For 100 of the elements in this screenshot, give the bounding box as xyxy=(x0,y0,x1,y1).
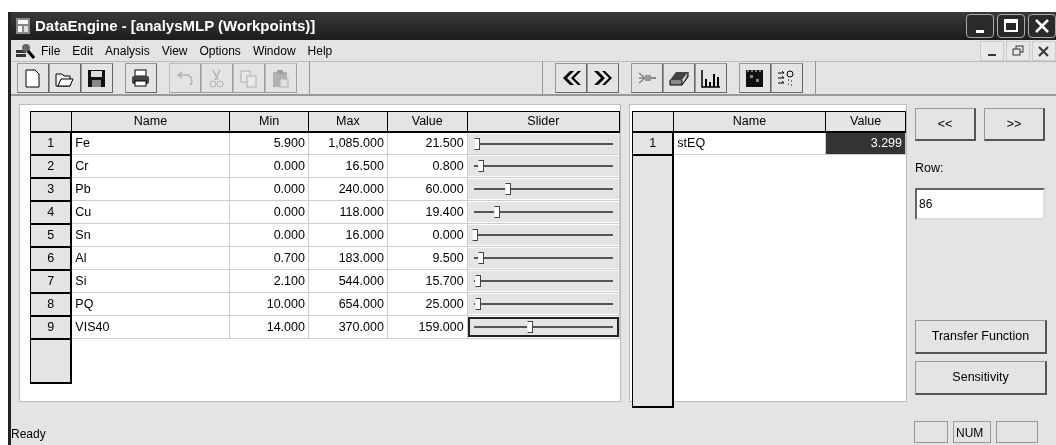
table-cell: PQ xyxy=(71,292,230,316)
minimize-icon xyxy=(988,53,996,56)
row-header[interactable]: 3 xyxy=(30,177,72,201)
slider[interactable] xyxy=(467,317,619,338)
clipboard-icon xyxy=(270,67,292,89)
slider-thumb[interactable] xyxy=(478,252,485,265)
status-panel xyxy=(914,421,948,443)
close-icon xyxy=(1033,18,1051,34)
slider[interactable] xyxy=(467,202,619,223)
table-cell: VIS40 xyxy=(71,315,230,339)
row-header[interactable]: 2 xyxy=(30,154,72,178)
column-header[interactable]: Value xyxy=(387,111,468,132)
header-corner xyxy=(30,111,72,132)
table-cell: 5.900 xyxy=(229,131,309,155)
next-button[interactable]: >> xyxy=(984,108,1045,141)
column-header[interactable]: Name xyxy=(673,111,826,132)
menu-item[interactable]: View xyxy=(155,41,194,60)
table-cell: 0.700 xyxy=(229,246,309,270)
row-header[interactable]: 1 xyxy=(632,131,674,155)
slider-thumb[interactable] xyxy=(526,321,533,334)
slider[interactable] xyxy=(467,225,619,246)
action-button[interactable]: Transfer Function xyxy=(915,320,1047,354)
slider[interactable] xyxy=(467,271,619,292)
slider[interactable] xyxy=(467,156,619,177)
close-icon xyxy=(1036,43,1052,58)
minimize-button[interactable] xyxy=(980,40,1004,61)
row-header[interactable]: 9 xyxy=(30,315,72,339)
table-cell: Fe xyxy=(71,131,230,155)
table-cell: Cr xyxy=(71,154,230,178)
menu-item[interactable]: File xyxy=(35,41,67,60)
menu-item[interactable]: Options xyxy=(193,41,247,60)
column-header[interactable]: Slider xyxy=(467,111,620,132)
row-header[interactable] xyxy=(632,154,674,407)
table-cell: 16.500 xyxy=(308,154,388,178)
toolbar-button[interactable] xyxy=(663,63,695,93)
column-header[interactable]: Value xyxy=(825,111,906,132)
slider-thumb[interactable] xyxy=(478,160,485,173)
toolbar-button[interactable] xyxy=(125,63,157,93)
table-cell: 1,085.000 xyxy=(308,131,388,155)
table-cell: 16.000 xyxy=(308,223,388,247)
row-header[interactable]: 6 xyxy=(30,246,72,270)
column-header[interactable]: Min xyxy=(229,111,309,132)
previous-button[interactable]: << xyxy=(915,108,976,141)
table-cell: 0.000 xyxy=(229,177,309,201)
table-cell: 0.000 xyxy=(229,200,309,224)
maximize-button[interactable] xyxy=(997,14,1025,38)
table-cell: 544.000 xyxy=(308,269,388,293)
menu-item[interactable]: Edit xyxy=(66,41,100,60)
minimize-button[interactable] xyxy=(966,14,994,38)
table-cell: Al xyxy=(71,246,230,270)
toolbar-button[interactable] xyxy=(739,63,771,93)
restore-button[interactable] xyxy=(1006,40,1030,61)
slider-thumb[interactable] xyxy=(505,183,512,196)
slider-thumb[interactable] xyxy=(471,229,478,242)
slider[interactable] xyxy=(467,133,619,154)
column-header[interactable]: Name xyxy=(71,111,230,132)
table-cell: Sn xyxy=(71,223,230,247)
table-cell: 25.000 xyxy=(387,292,468,316)
toolbar-button[interactable] xyxy=(771,63,803,93)
table-cell: Si xyxy=(71,269,230,293)
slider-thumb[interactable] xyxy=(475,275,482,288)
toolbar-button[interactable] xyxy=(49,63,81,93)
action-button[interactable]: Sensitivity xyxy=(915,361,1047,395)
menu-item[interactable]: Help xyxy=(301,41,339,60)
row-header[interactable]: 1 xyxy=(30,131,72,155)
toolbar-button[interactable] xyxy=(555,63,587,93)
table-cell: Pb xyxy=(71,177,230,201)
status-indicator: NUM xyxy=(953,421,991,443)
row-header[interactable] xyxy=(30,338,72,383)
slider-thumb[interactable] xyxy=(473,137,480,150)
maximize-icon xyxy=(1002,18,1020,34)
slider[interactable] xyxy=(467,294,619,315)
table-cell: 240.000 xyxy=(308,177,388,201)
printer-icon xyxy=(130,67,152,89)
row-header[interactable]: 4 xyxy=(30,200,72,224)
slider[interactable] xyxy=(467,248,619,269)
table-cell: 0.000 xyxy=(229,154,309,178)
status-panel xyxy=(996,421,1038,443)
toolbar-button[interactable] xyxy=(81,63,113,93)
column-header[interactable]: Max xyxy=(308,111,388,132)
table-cell: 159.000 xyxy=(387,315,468,339)
table-cell: 0.000 xyxy=(387,223,468,247)
row-header[interactable]: 8 xyxy=(30,292,72,316)
close-button[interactable] xyxy=(1028,14,1056,38)
menu-item[interactable]: Window xyxy=(246,41,302,60)
field-label: Row: xyxy=(915,160,945,177)
close-button[interactable] xyxy=(1032,40,1056,61)
toolbar-button[interactable] xyxy=(695,63,727,93)
table-cell: 15.700 xyxy=(387,269,468,293)
row-header[interactable]: 5 xyxy=(30,223,72,247)
slider-thumb[interactable] xyxy=(493,206,500,219)
toolbar-button[interactable] xyxy=(587,63,619,93)
table-cell: 118.000 xyxy=(308,200,388,224)
table-cell: 0.800 xyxy=(387,154,468,178)
matrix-grid-icon xyxy=(744,67,766,89)
slider[interactable] xyxy=(467,179,619,200)
slider-thumb[interactable] xyxy=(474,298,481,311)
row-field[interactable]: 86 xyxy=(915,187,1045,220)
menu-item[interactable]: Analysis xyxy=(99,41,156,60)
row-header[interactable]: 7 xyxy=(30,269,72,293)
